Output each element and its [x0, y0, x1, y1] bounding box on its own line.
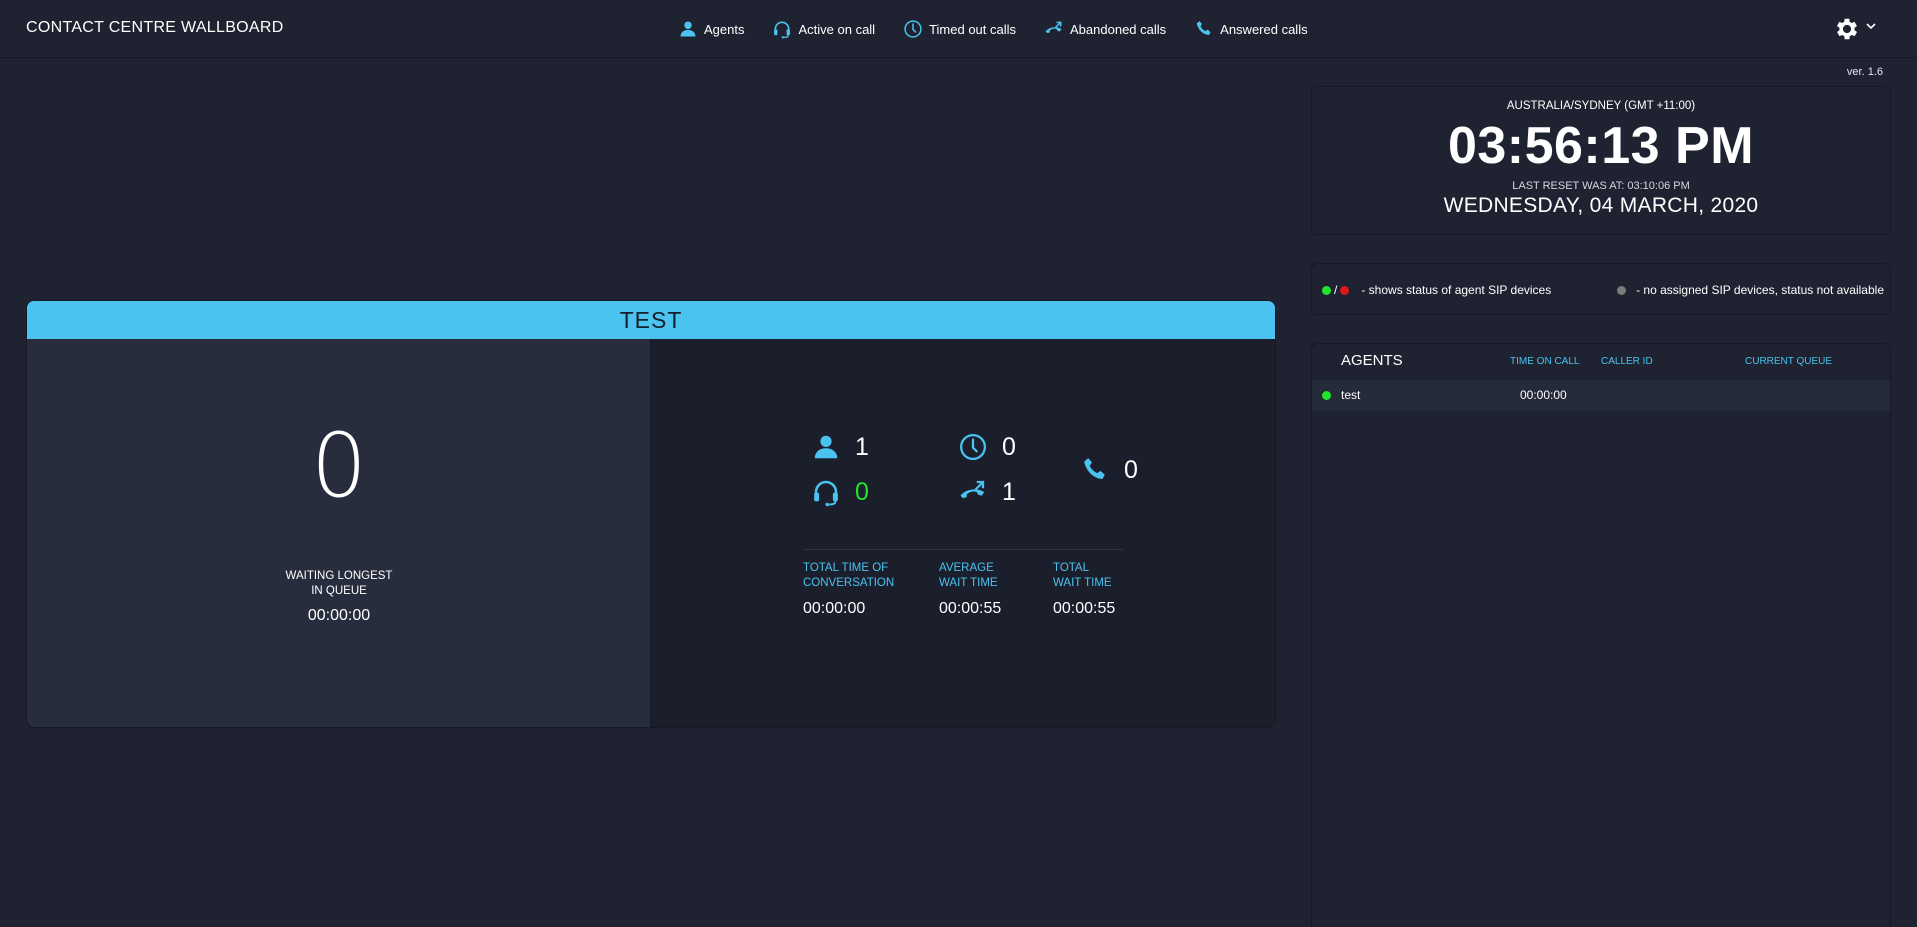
metric-label-line1: AVERAGE: [939, 562, 994, 574]
metric-label-line2: CONVERSATION: [803, 577, 895, 589]
stat-abandoned: 1: [958, 477, 1016, 507]
agents-title: AGENTS: [1341, 352, 1403, 369]
metric-label-line1: TOTAL: [1053, 562, 1089, 574]
stat-answered: 0: [1080, 455, 1138, 485]
metric-total-wait: TOTAL WAIT TIME 00:00:55: [1053, 561, 1115, 618]
sip-status-legend: / - shows status of agent SIP devices - …: [1311, 263, 1891, 315]
column-caller-id: CALLER ID: [1601, 356, 1653, 367]
current-date: WEDNESDAY, 04 MARCH, 2020: [1443, 194, 1759, 217]
app-title: CONTACT CENTRE WALLBOARD: [26, 19, 284, 36]
stat-answered-value: 0: [1124, 455, 1138, 484]
agent-time-on-call: 00:00:00: [1520, 388, 1567, 402]
headset-icon: [814, 480, 838, 507]
queue-waiting-section: 0 WAITING LONGEST IN QUEUE 00:00:00: [27, 339, 651, 727]
last-reset-label: LAST RESET WAS AT: 03:10:06 PM: [1512, 180, 1690, 192]
top-bar: CONTACT CENTRE WALLBOARD Agents Active o…: [0, 0, 1917, 58]
queue-stats-section: 1 0 0 1 0 TOTAL TIME OF CONVERSATION 00:…: [651, 339, 1275, 727]
waiting-count: 0: [311, 414, 367, 517]
current-time: 03:56:13 PM: [1447, 117, 1755, 175]
legend-timed-out-label: Timed out calls: [929, 21, 1017, 37]
stat-agents-value: 1: [855, 432, 869, 461]
agent-status-dot: [1322, 391, 1331, 400]
status-dot-grey: [1617, 285, 1627, 295]
status-dot-red: [1340, 285, 1350, 295]
metric-label: AVERAGE WAIT TIME: [939, 561, 1001, 591]
table-row: test 00:00:00: [1312, 380, 1890, 411]
legend-agents-label: Agents: [704, 21, 745, 37]
hangup-phone-icon: [1045, 21, 1062, 34]
legend-agents[interactable]: Agents: [678, 19, 744, 39]
metric-value: 00:00:00: [803, 600, 866, 617]
agents-panel: AGENTS TIME ON CALL CALLER ID CURRENT QU…: [1311, 343, 1891, 927]
waiting-label-line2: IN QUEUE: [311, 585, 367, 597]
column-time-on-call: TIME ON CALL: [1510, 356, 1580, 367]
queue-panel: TEST 0 WAITING LONGEST IN QUEUE 00:00:00…: [26, 300, 1276, 728]
agent-name: test: [1341, 388, 1361, 402]
legend-abandoned-label: Abandoned calls: [1070, 21, 1167, 37]
hangup-phone-icon: [960, 480, 985, 499]
metric-label-line1: TOTAL TIME OF: [803, 562, 889, 574]
metric-label-line2: WAIT TIME: [1053, 577, 1112, 589]
queue-name: TEST: [27, 301, 1275, 339]
sip-status-legend-active: / - shows status of agent SIP devices: [1322, 283, 1551, 297]
timezone-label: AUSTRALIA/SYDNEY (GMT +11:00): [1506, 100, 1696, 112]
legend-active-label: Active on call: [798, 21, 876, 37]
waiting-longest-label: WAITING LONGEST IN QUEUE: [27, 569, 651, 599]
chevron-down-icon: [1866, 23, 1876, 30]
metric-label: TOTAL TIME OF CONVERSATION: [803, 561, 894, 591]
sip-status-legend-unavailable: - no assigned SIP devices, status not av…: [1617, 283, 1884, 297]
legend-timed-out[interactable]: Timed out calls: [903, 19, 1016, 39]
legend-abandoned[interactable]: Abandoned calls: [1044, 19, 1166, 39]
headset-icon: [774, 21, 791, 39]
header-legend: Agents Active on call Timed out calls Ab…: [678, 17, 1336, 41]
legend-slash: /: [1334, 283, 1338, 297]
stat-agents: 1: [811, 432, 869, 462]
phone-icon: [1196, 21, 1211, 35]
version-label: ver. 1.6: [1846, 66, 1883, 78]
settings-menu-button[interactable]: [1833, 14, 1883, 44]
phone-icon: [1084, 458, 1105, 479]
no-sip-description: - no assigned SIP devices, status not av…: [1636, 283, 1884, 297]
stat-active-on-call: 0: [811, 477, 869, 507]
stat-timed-out: 0: [958, 432, 1016, 462]
waiting-label-line1: WAITING LONGEST: [285, 570, 393, 582]
legend-answered[interactable]: Answered calls: [1194, 19, 1308, 39]
stats-divider: [803, 549, 1123, 550]
metric-value: 00:00:55: [939, 600, 1002, 617]
stat-active-value: 0: [855, 477, 869, 506]
metric-total-conversation: TOTAL TIME OF CONVERSATION 00:00:00: [803, 561, 894, 618]
legend-answered-label: Answered calls: [1220, 21, 1308, 37]
metric-label-line2: WAIT TIME: [939, 577, 998, 589]
metric-value: 00:00:55: [1053, 600, 1116, 617]
agents-table-header: AGENTS TIME ON CALL CALLER ID CURRENT QU…: [1312, 344, 1890, 374]
status-dot-green: [1322, 285, 1331, 295]
stat-timed-out-value: 0: [1002, 432, 1016, 461]
metric-average-wait: AVERAGE WAIT TIME 00:00:55: [939, 561, 1001, 618]
clock-icon: [904, 20, 922, 38]
clock-panel: AUSTRALIA/SYDNEY (GMT +11:00) 03:56:13 P…: [1311, 86, 1891, 235]
person-icon: [680, 21, 696, 37]
sip-status-description: - shows status of agent SIP devices: [1361, 283, 1552, 297]
legend-active-on-call[interactable]: Active on call: [772, 19, 875, 39]
metric-label: TOTAL WAIT TIME: [1053, 561, 1115, 591]
column-current-queue: CURRENT QUEUE: [1745, 356, 1833, 367]
clock-icon: [960, 434, 986, 460]
waiting-longest-value: 00:00:00: [307, 607, 371, 624]
person-icon: [814, 435, 838, 459]
gear-icon: [1836, 18, 1858, 40]
stat-abandoned-value: 1: [1002, 477, 1016, 506]
